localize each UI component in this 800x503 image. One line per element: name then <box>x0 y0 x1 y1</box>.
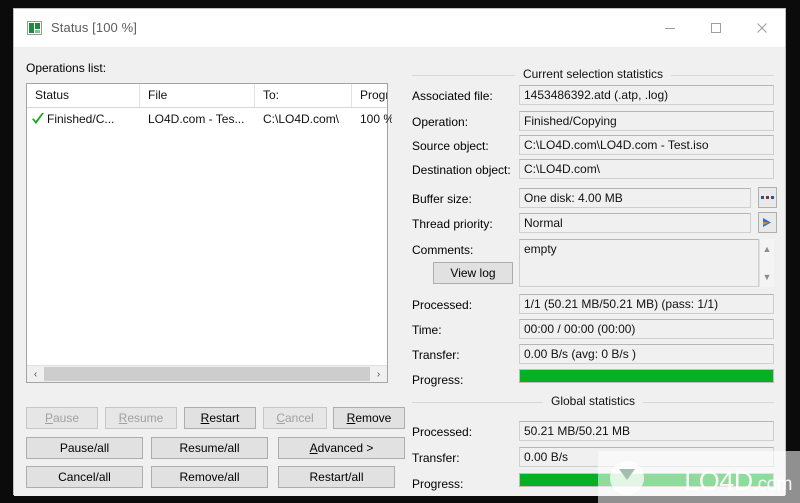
cell-progress: 100 % <box>360 112 392 126</box>
maximize-button[interactable] <box>693 9 739 47</box>
global-processed-label: Processed: <box>412 425 473 439</box>
column-header-file[interactable]: File <box>140 84 255 107</box>
pause-button[interactable]: Pause <box>26 407 98 429</box>
restart-button[interactable]: Restart <box>184 407 256 429</box>
global-transfer-value[interactable]: 0.00 B/s <box>519 447 774 467</box>
cell-status: Finished/C... <box>47 112 115 126</box>
operations-list-label: Operations list: <box>26 61 107 75</box>
selection-progress-label: Progress: <box>412 373 464 387</box>
minimize-button[interactable] <box>647 9 693 47</box>
selection-transfer-value[interactable]: 0.00 B/s (avg: 0 B/s ) <box>519 344 774 364</box>
associated-file-label: Associated file: <box>412 89 493 103</box>
column-header-progress[interactable]: Progr... <box>352 84 387 107</box>
cell-file: LO4D.com - Tes... <box>148 112 245 126</box>
buffer-size-value[interactable]: One disk: 4.00 MB <box>519 188 751 208</box>
browse-dots-icon <box>761 196 774 199</box>
selection-time-value[interactable]: 00:00 / 00:00 (00:00) <box>519 319 774 339</box>
pause-all-button[interactable]: Pause/all <box>26 437 143 459</box>
current-selection-group-title: Current selection statistics <box>514 67 672 81</box>
global-progress-label: Progress: <box>412 477 464 491</box>
source-object-value[interactable]: C:\LO4D.com\LO4D.com - Test.iso <box>519 135 774 155</box>
cancel-all-button[interactable]: Cancel/all <box>26 466 143 488</box>
comments-scrollbar[interactable]: ▲ ▼ <box>759 239 774 287</box>
operation-label: Operation: <box>412 115 469 129</box>
scroll-left-arrow-icon[interactable]: ‹ <box>27 366 44 382</box>
selection-progress-bar <box>519 369 774 383</box>
list-horizontal-scrollbar[interactable]: ‹ › <box>27 365 387 382</box>
priority-arrow-icon <box>763 218 771 227</box>
maximize-icon <box>711 23 721 33</box>
restart-all-button[interactable]: Restart/all <box>278 466 395 488</box>
destination-object-value[interactable]: C:\LO4D.com\ <box>519 159 774 179</box>
thread-priority-value[interactable]: Normal <box>519 213 751 233</box>
view-log-button[interactable]: View log <box>433 262 513 284</box>
destination-object-label: Destination object: <box>412 163 511 177</box>
global-statistics-group-title: Global statistics <box>542 394 644 408</box>
scroll-down-arrow-icon[interactable]: ▼ <box>760 270 774 284</box>
global-statistics-group: Global statistics <box>412 394 774 408</box>
global-transfer-label: Transfer: <box>412 451 460 465</box>
status-window: Status [100 %] Operations list: Status F… <box>13 8 786 496</box>
comments-label: Comments: <box>412 243 474 257</box>
selection-transfer-label: Transfer: <box>412 348 460 362</box>
remove-all-button[interactable]: Remove/all <box>151 466 268 488</box>
selection-processed-label: Processed: <box>412 298 473 312</box>
buffer-size-browse-button[interactable] <box>758 187 777 208</box>
window-controls <box>647 9 785 47</box>
selection-processed-value[interactable]: 1/1 (50.21 MB/50.21 MB) (pass: 1/1) <box>519 294 774 314</box>
operations-list[interactable]: Status File To: Progr... Finished/C... L… <box>26 83 392 383</box>
resume-all-button[interactable]: Resume/all <box>151 437 268 459</box>
close-button[interactable] <box>739 9 785 47</box>
thread-priority-button[interactable] <box>758 212 777 233</box>
close-icon <box>757 23 767 33</box>
list-header: Status File To: Progr... <box>27 84 387 108</box>
client-area: Operations list: Status File To: Progr..… <box>14 47 785 496</box>
current-selection-group: Current selection statistics <box>412 67 774 81</box>
window-title: Status [100 %] <box>51 20 137 35</box>
advanced-button[interactable]: Advanced > <box>278 437 405 459</box>
source-object-label: Source object: <box>412 139 489 153</box>
global-progress-bar <box>519 473 774 487</box>
comments-value[interactable]: empty <box>519 239 759 287</box>
thread-priority-label: Thread priority: <box>412 217 493 231</box>
resume-button[interactable]: Resume <box>105 407 177 429</box>
remove-button[interactable]: Remove <box>333 407 405 429</box>
table-row[interactable]: Finished/C... LO4D.com - Tes... C:\LO4D.… <box>27 108 392 131</box>
title-bar: Status [100 %] <box>14 9 785 47</box>
column-header-status[interactable]: Status <box>27 84 140 107</box>
column-header-to[interactable]: To: <box>255 84 352 107</box>
green-check-icon <box>32 113 44 124</box>
associated-file-value[interactable]: 1453486392.atd (.atp, .log) <box>519 85 774 105</box>
global-processed-value[interactable]: 50.21 MB/50.21 MB <box>519 421 774 441</box>
selection-time-label: Time: <box>412 323 442 337</box>
cancel-button[interactable]: Cancel <box>263 407 327 429</box>
minimize-icon <box>665 28 675 29</box>
scroll-up-arrow-icon[interactable]: ▲ <box>760 242 774 256</box>
scroll-thumb[interactable] <box>44 367 370 381</box>
cell-to: C:\LO4D.com\ <box>263 112 340 126</box>
operation-value[interactable]: Finished/Copying <box>519 111 774 131</box>
buffer-size-label: Buffer size: <box>412 192 472 206</box>
scroll-right-arrow-icon[interactable]: › <box>370 366 387 382</box>
app-icon <box>27 21 42 35</box>
